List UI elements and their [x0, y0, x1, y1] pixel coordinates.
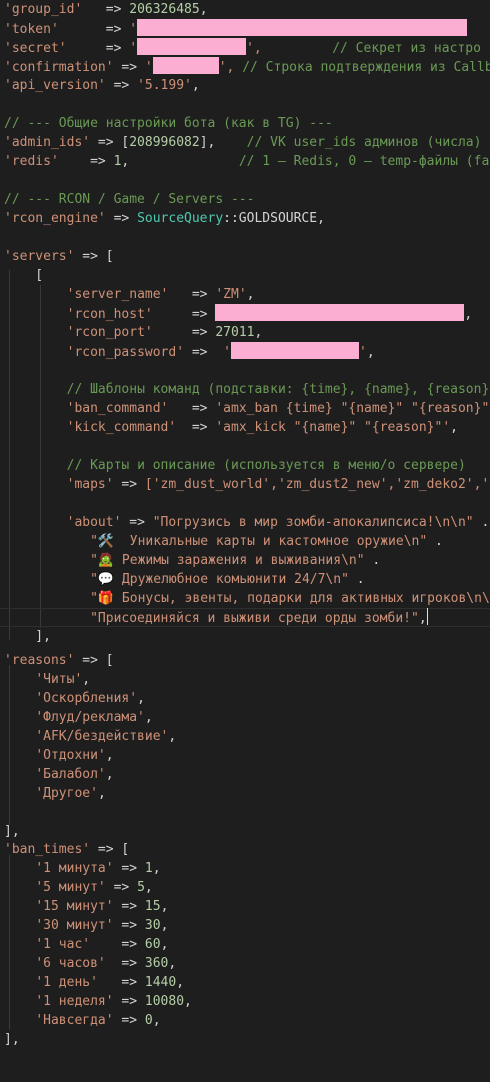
code-line-about[interactable]: 'about' => "Погрузись в мир зомби-апокал…	[4, 513, 490, 532]
reason-item[interactable]: 'Читы',	[4, 670, 90, 689]
code-line-api-version[interactable]: 'api_version' => '5.199',	[4, 76, 200, 95]
redacted-confirmation	[152, 57, 219, 74]
code-line-about-6[interactable]: "Присоединяйся и выживи среди орды зомби…	[4, 608, 428, 627]
reason-item[interactable]: 'Оскорбления',	[4, 689, 145, 708]
comment-command-templates[interactable]: // Шаблоны команд (подставки: {time}, {n…	[4, 380, 490, 399]
code-line-token[interactable]: 'token' => '	[4, 19, 468, 38]
ban-time-item[interactable]: '1 неделя' => 10080,	[4, 992, 192, 1011]
ban-time-item[interactable]: '5 минут' => 5,	[4, 878, 152, 897]
code-line-admin-ids[interactable]: 'admin_ids' => [208996082], // VK user_i…	[4, 133, 481, 152]
code-line-about-5[interactable]: "🎁 Бонусы, эвенты, подарки для активных …	[4, 589, 490, 608]
code-line-open-bracket[interactable]: [	[4, 266, 43, 285]
code-line-about-4[interactable]: "💬 Дружелюбное комьюнити 24/7\n" .	[4, 570, 364, 589]
comment-general-heading[interactable]: // --- Общие настройки бота (как в TG) -…	[4, 114, 333, 133]
code-line-confirmation[interactable]: 'confirmation' => ' ', // Строка подтверж…	[4, 57, 490, 76]
code-line-rcon-password[interactable]: 'rcon_password' => ' ',	[4, 342, 375, 361]
code-line-ban-times[interactable]: 'ban_times' => [	[4, 840, 129, 859]
reason-item[interactable]: 'Другое',	[4, 784, 105, 803]
code-line-maps[interactable]: 'maps' => ['zm_dust_world','zm_dust2_new…	[4, 475, 490, 494]
code-line-ban-command[interactable]: 'ban_command' => 'amx_ban {time} "{name}…	[4, 399, 490, 418]
code-line-server-name[interactable]: 'server_name' => 'ZM',	[4, 285, 255, 304]
comment-maps[interactable]: // Карты и описание (используется в меню…	[4, 456, 466, 475]
redacted-secret	[137, 38, 247, 55]
code-line-redis[interactable]: 'redis' => 1, // 1 — Redis, 0 — temp-фай…	[4, 152, 490, 171]
code-line-rcon-engine[interactable]: 'rcon_engine' => SourceQuery::GOLDSOURCE…	[4, 209, 325, 228]
ban-time-item[interactable]: '1 минута' => 1,	[4, 859, 160, 878]
redacted-rcon-host	[215, 304, 465, 321]
ban-time-item[interactable]: '1 день' => 1440,	[4, 973, 184, 992]
ban-time-item[interactable]: 'Навсегда' => 0,	[4, 1011, 160, 1030]
code-line-close-bracket[interactable]: ],	[4, 627, 51, 646]
reason-item[interactable]: 'Балабол',	[4, 765, 113, 784]
reason-item[interactable]: 'Отдохни',	[4, 746, 113, 765]
code-line-kick-command[interactable]: 'kick_command' => 'amx_kick "{name}" "{r…	[4, 418, 458, 437]
code-line-about-3[interactable]: "🧟 Режимы заражения и выживания\n" .	[4, 551, 380, 570]
code-line-reasons-close[interactable]: ],	[4, 822, 20, 841]
code-line-reasons[interactable]: 'reasons' => [	[4, 651, 114, 670]
ban-time-item[interactable]: '15 минут' => 15,	[4, 897, 168, 916]
ban-time-item[interactable]: '1 час' => 60,	[4, 935, 168, 954]
code-line-rcon-port[interactable]: 'rcon_port' => 27011,	[4, 323, 263, 342]
reason-item[interactable]: 'Флуд/реклама',	[4, 708, 152, 727]
comment-rcon-heading[interactable]: // --- RCON / Game / Servers ---	[4, 190, 254, 209]
code-line-ban-times-close[interactable]: ],	[4, 1030, 20, 1049]
code-line-secret[interactable]: 'secret' => ' ', // Секрет из настро	[4, 38, 481, 57]
code-editor[interactable]: 'group_id' => 206326485, 'token' => ' 's…	[0, 0, 490, 1082]
code-line-about-2[interactable]: "🛠️ Уникальные карты и кастомное оружие\…	[4, 532, 443, 551]
text-cursor	[426, 608, 428, 625]
code-line-rcon-host[interactable]: 'rcon_host' => ,	[4, 304, 472, 323]
ban-time-item[interactable]: '30 минут' => 30,	[4, 916, 168, 935]
redacted-token	[137, 19, 468, 36]
code-line-servers[interactable]: 'servers' => [	[4, 247, 114, 266]
redacted-rcon-password	[231, 342, 359, 359]
reason-item[interactable]: 'AFK/бездействие',	[4, 727, 176, 746]
code-line-group-id[interactable]: 'group_id' => 206326485,	[4, 0, 208, 19]
ban-time-item[interactable]: '6 часов' => 360,	[4, 954, 176, 973]
